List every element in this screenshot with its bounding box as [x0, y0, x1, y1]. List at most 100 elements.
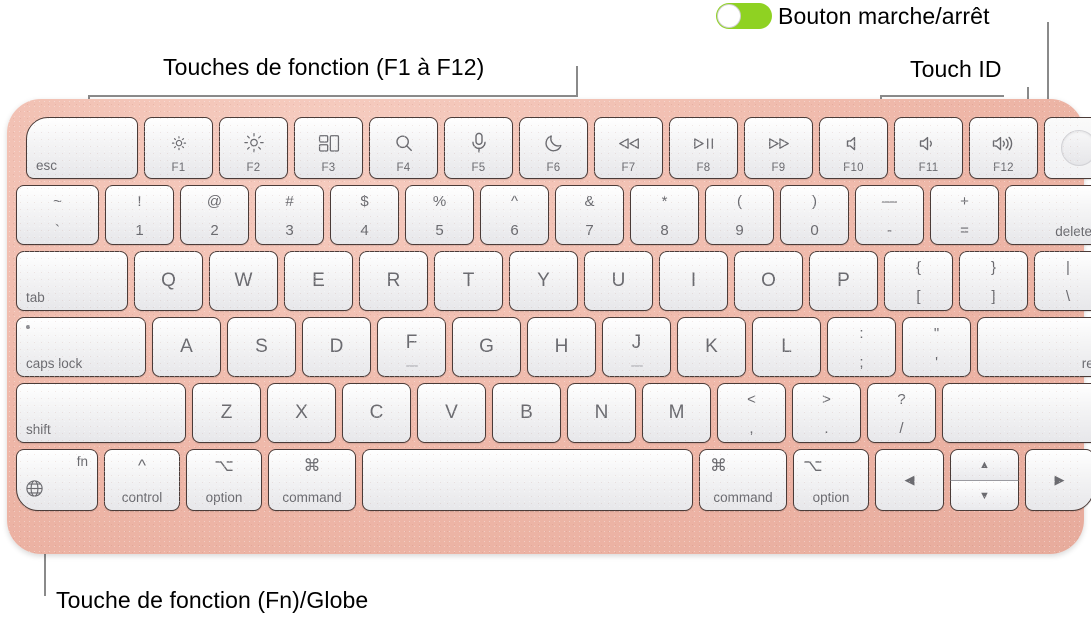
key-k[interactable]: K	[677, 317, 746, 377]
key-j-label: J	[631, 332, 642, 353]
key-f8[interactable]: F8	[669, 117, 738, 179]
key-x[interactable]: X	[267, 383, 336, 443]
key-arrow-right[interactable]: ▶	[1025, 449, 1091, 511]
key-4[interactable]: $ 4	[330, 185, 399, 245]
key-arrow-down[interactable]: ▼	[950, 480, 1019, 511]
key-f4[interactable]: F4	[369, 117, 438, 179]
key-f4-label: F4	[396, 162, 411, 174]
key-d[interactable]: D	[302, 317, 371, 377]
key-p[interactable]: P	[809, 251, 878, 311]
key-0[interactable]: ) 0	[780, 185, 849, 245]
key-f3[interactable]: F3	[294, 117, 363, 179]
key-return[interactable]: return	[977, 317, 1091, 377]
key-3[interactable]: # 3	[255, 185, 324, 245]
key-f1[interactable]: F1	[144, 117, 213, 179]
key-z[interactable]: Z	[192, 383, 261, 443]
key-period[interactable]: > .	[792, 383, 861, 443]
key-a-label: A	[180, 336, 193, 357]
key-o[interactable]: O	[734, 251, 803, 311]
key-p-label: P	[837, 270, 850, 291]
key-i-label: I	[690, 270, 697, 291]
key-semicolon[interactable]: : ;	[827, 317, 896, 377]
key-m[interactable]: M	[642, 383, 711, 443]
key-minus[interactable]: — -	[855, 185, 924, 245]
key-n[interactable]: N	[567, 383, 636, 443]
key-f12[interactable]: F12	[969, 117, 1038, 179]
key-fn-globe[interactable]: fn	[16, 449, 98, 511]
key-option-right[interactable]: ⌥ option	[793, 449, 869, 511]
key-8[interactable]: * 8	[630, 185, 699, 245]
mission-control-icon	[295, 134, 362, 156]
key-s[interactable]: S	[227, 317, 296, 377]
key-arrow-up[interactable]: ▲	[950, 449, 1019, 480]
key-control-left[interactable]: ^ control	[104, 449, 180, 511]
key-slash[interactable]: ? /	[867, 383, 936, 443]
do-not-disturb-moon-icon	[520, 133, 587, 157]
key-arrow-updown[interactable]: ▲ ▼	[950, 449, 1019, 511]
key-control-left-label: control	[121, 490, 163, 505]
key-caps-lock[interactable]: caps lock	[16, 317, 146, 377]
key-i[interactable]: I	[659, 251, 728, 311]
key-minus-shift-label: —	[882, 193, 897, 210]
key-backslash[interactable]: | \	[1034, 251, 1091, 311]
key-6[interactable]: ^ 6	[480, 185, 549, 245]
arrow-left-icon: ◀	[904, 472, 915, 487]
key-equal[interactable]: + =	[930, 185, 999, 245]
key-9[interactable]: ( 9	[705, 185, 774, 245]
key-bracket-left[interactable]: { [	[884, 251, 953, 311]
key-7[interactable]: & 7	[555, 185, 624, 245]
rewind-icon	[595, 136, 662, 156]
key-c[interactable]: C	[342, 383, 411, 443]
key-r-label: R	[386, 270, 401, 291]
key-f[interactable]: F	[377, 317, 446, 377]
key-u[interactable]: U	[584, 251, 653, 311]
key-9-label: 9	[735, 222, 744, 239]
key-space[interactable]	[362, 449, 693, 511]
key-equal-shift-label: +	[960, 193, 969, 210]
key-b[interactable]: B	[492, 383, 561, 443]
key-h[interactable]: H	[527, 317, 596, 377]
key-f7[interactable]: F7	[594, 117, 663, 179]
key-t[interactable]: T	[434, 251, 503, 311]
key-shift-right[interactable]: shift	[942, 383, 1091, 443]
key-e[interactable]: E	[284, 251, 353, 311]
key-backtick[interactable]: ~ `	[16, 185, 99, 245]
key-v[interactable]: V	[417, 383, 486, 443]
key-r[interactable]: R	[359, 251, 428, 311]
key-arrow-left[interactable]: ◀	[875, 449, 944, 511]
key-esc[interactable]: esc	[26, 117, 138, 179]
key-delete[interactable]: delete	[1005, 185, 1091, 245]
key-command-left[interactable]: ⌘ command	[268, 449, 356, 511]
key-semicolon-shift-label: :	[859, 325, 864, 342]
brightness-low-icon	[145, 133, 212, 157]
key-2[interactable]: @ 2	[180, 185, 249, 245]
key-8-label: 8	[660, 222, 669, 239]
key-g[interactable]: G	[452, 317, 521, 377]
key-l[interactable]: L	[752, 317, 821, 377]
leader-function-keys-horizontal	[88, 95, 578, 97]
annotation-power-button: Bouton marche/arrêt	[778, 3, 990, 29]
key-1[interactable]: ! 1	[105, 185, 174, 245]
key-quote[interactable]: " '	[902, 317, 971, 377]
key-w[interactable]: W	[209, 251, 278, 311]
key-f2[interactable]: F2	[219, 117, 288, 179]
command-icon: ⌘	[303, 456, 321, 475]
key-option-left[interactable]: ⌥ option	[186, 449, 262, 511]
key-a[interactable]: A	[152, 317, 221, 377]
key-j[interactable]: J	[602, 317, 671, 377]
key-f11[interactable]: F11	[894, 117, 963, 179]
key-shift-left[interactable]: shift	[16, 383, 186, 443]
key-touch-id[interactable]	[1044, 117, 1091, 179]
key-f6[interactable]: F6	[519, 117, 588, 179]
key-f9[interactable]: F9	[744, 117, 813, 179]
key-f10[interactable]: F10	[819, 117, 888, 179]
key-5[interactable]: % 5	[405, 185, 474, 245]
key-f5[interactable]: F5	[444, 117, 513, 179]
key-comma[interactable]: < ,	[717, 383, 786, 443]
arrow-right-icon: ▶	[1054, 472, 1065, 487]
key-command-right[interactable]: ⌘ command	[699, 449, 787, 511]
key-y[interactable]: Y	[509, 251, 578, 311]
key-tab[interactable]: tab	[16, 251, 128, 311]
key-bracket-right[interactable]: } ]	[959, 251, 1028, 311]
key-q[interactable]: Q	[134, 251, 203, 311]
